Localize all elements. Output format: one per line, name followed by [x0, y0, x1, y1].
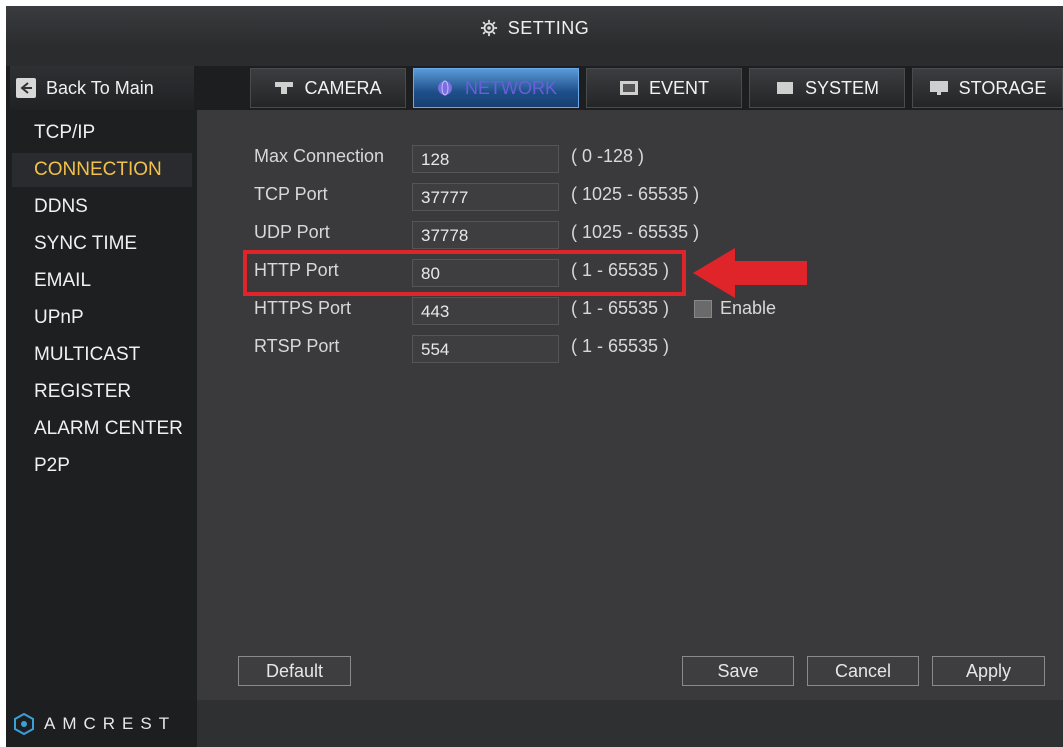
- sidebar-item-label: DDNS: [34, 196, 88, 217]
- brand-footer: AMCREST: [6, 700, 197, 747]
- sidebar-item-label: UPnP: [34, 307, 84, 328]
- brand-name: AMCREST: [44, 713, 177, 733]
- cancel-button[interactable]: Cancel: [807, 656, 919, 686]
- back-arrow-icon: [16, 78, 36, 98]
- sidebar-item-ddns[interactable]: DDNS: [12, 190, 192, 224]
- default-button-label: Default: [265, 660, 324, 681]
- save-button[interactable]: Save: [682, 656, 794, 686]
- rtsp-port-input[interactable]: 554: [412, 335, 559, 363]
- title-bar: SETTING: [6, 6, 1063, 50]
- rtsp-port-range: ( 1 - 65535 ): [571, 336, 670, 356]
- sidebar-item-label: TCP/IP: [34, 122, 96, 143]
- udp-port-range: ( 1025 - 65535 ): [571, 222, 700, 242]
- sidebar-item-label: REGISTER: [34, 381, 132, 402]
- https-port-label: HTTPS Port: [254, 298, 352, 318]
- connection-panel: Max Connection 128 ( 0 -128 ) TCP Port 3…: [197, 110, 1063, 700]
- sidebar-item-email[interactable]: EMAIL: [12, 264, 192, 298]
- sidebar: TCP/IP CONNECTION DDNS SYNC TIME EMAIL U…: [6, 110, 197, 700]
- save-button-label: Save: [717, 660, 759, 681]
- tcp-port-row: TCP Port 37777 ( 1025 - 65535 ): [197, 179, 897, 211]
- tcp-port-label: TCP Port: [254, 184, 328, 204]
- udp-port-row: UDP Port 37778 ( 1025 - 65535 ): [197, 217, 897, 249]
- rtsp-port-label: RTSP Port: [254, 336, 340, 356]
- tab-label: SYSTEM: [804, 77, 879, 98]
- tab-label: CAMERA: [304, 77, 382, 98]
- tab-system[interactable]: SYSTEM: [749, 68, 905, 108]
- udp-port-label: UDP Port: [254, 222, 330, 242]
- sidebar-item-label: SYNC TIME: [34, 233, 138, 254]
- default-button[interactable]: Default: [238, 656, 351, 686]
- window-title: SETTING: [507, 17, 590, 38]
- max-connection-row: Max Connection 128 ( 0 -128 ): [197, 141, 897, 173]
- sidebar-item-label: ALARM CENTER: [34, 418, 183, 439]
- sidebar-item-alarm-center[interactable]: ALARM CENTER: [12, 412, 192, 446]
- cancel-button-label: Cancel: [834, 660, 892, 681]
- status-bar: [197, 700, 1063, 747]
- event-icon: [619, 81, 638, 95]
- sidebar-item-tcpip[interactable]: TCP/IP: [12, 116, 192, 150]
- https-port-range: ( 1 - 65535 ): [571, 298, 670, 318]
- monitor-icon: [929, 81, 948, 95]
- tcp-port-range: ( 1025 - 65535 ): [571, 184, 700, 204]
- udp-port-input[interactable]: 37778: [412, 221, 559, 249]
- tab-label: EVENT: [648, 77, 709, 98]
- sidebar-item-label: MULTICAST: [34, 344, 141, 365]
- sidebar-item-register[interactable]: REGISTER: [12, 375, 192, 409]
- tab-label: STORAGE: [958, 77, 1047, 98]
- sidebar-item-p2p[interactable]: P2P: [12, 449, 192, 483]
- http-port-highlight-box: [243, 250, 686, 296]
- apply-button-label: Apply: [965, 660, 1012, 681]
- tab-network[interactable]: NETWORK: [413, 68, 579, 108]
- sidebar-item-upnp[interactable]: UPnP: [12, 301, 192, 335]
- https-enable-checkbox[interactable]: [694, 300, 712, 318]
- red-arrow-icon: [693, 248, 807, 298]
- back-label: Back To Main: [46, 77, 154, 98]
- max-connection-range: ( 0 -128 ): [571, 146, 645, 166]
- sidebar-item-label: CONNECTION: [34, 159, 162, 180]
- back-to-main-button[interactable]: Back To Main: [10, 66, 194, 110]
- max-connection-label: Max Connection: [254, 146, 385, 166]
- tab-label: NETWORK: [465, 77, 557, 98]
- gear-icon: [480, 19, 497, 37]
- tab-event[interactable]: EVENT: [586, 68, 742, 108]
- tab-storage[interactable]: STORAGE: [912, 68, 1063, 108]
- camera-icon: [275, 82, 294, 94]
- max-connection-input[interactable]: 128: [412, 145, 559, 173]
- sidebar-item-sync-time[interactable]: SYNC TIME: [12, 227, 192, 261]
- sidebar-item-label: EMAIL: [34, 270, 92, 291]
- settings-window: SETTING Back To Main CAMERA NETWORK EVEN…: [6, 6, 1063, 747]
- amcrest-logo-icon: [14, 712, 34, 735]
- tcp-port-input[interactable]: 37777: [412, 183, 559, 211]
- rtsp-port-row: RTSP Port 554 ( 1 - 65535 ): [197, 331, 897, 363]
- tab-bar: Back To Main CAMERA NETWORK EVENT SYSTEM: [6, 66, 1063, 110]
- sidebar-item-connection[interactable]: CONNECTION: [12, 153, 192, 187]
- sidebar-item-multicast[interactable]: MULTICAST: [12, 338, 192, 372]
- sidebar-item-label: P2P: [34, 455, 70, 476]
- tab-camera[interactable]: CAMERA: [250, 68, 406, 108]
- apply-button[interactable]: Apply: [932, 656, 1045, 686]
- globe-icon: [438, 80, 452, 96]
- system-icon: [776, 82, 793, 94]
- https-port-input[interactable]: 443: [412, 297, 559, 325]
